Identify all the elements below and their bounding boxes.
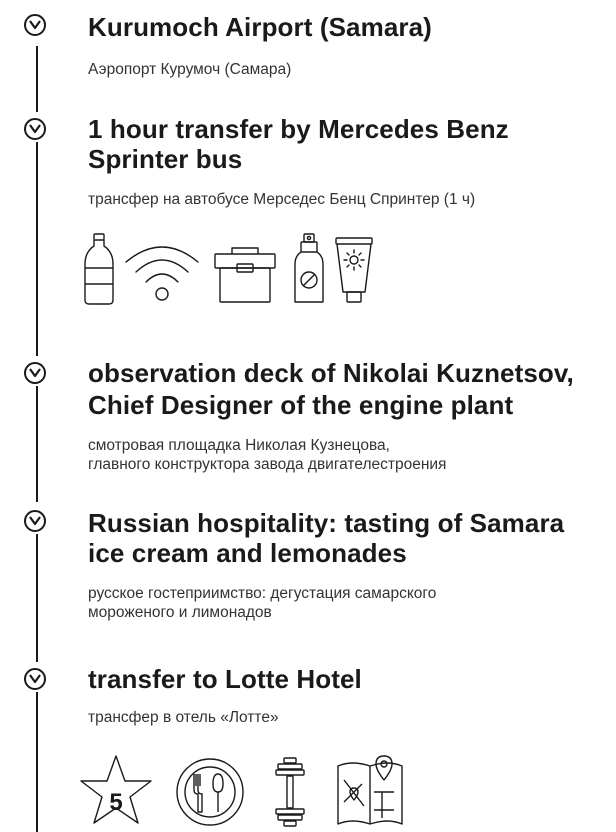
wifi-icon — [125, 246, 199, 301]
stop-title: Chief Designer of the engine plant — [88, 390, 514, 420]
stop-toggle-5[interactable] — [24, 668, 46, 690]
cooler-box-icon — [214, 247, 276, 303]
stop-subtitle: трансфер на автобусе Мерседес Бенц Сприн… — [88, 191, 476, 208]
sunscreen-icon — [335, 237, 373, 303]
restaurant-icon — [176, 758, 244, 826]
timeline-line — [36, 534, 38, 662]
chevron-down-icon — [29, 516, 41, 526]
star-rating-label: 5 — [109, 789, 122, 816]
stop-toggle-2[interactable] — [24, 118, 46, 140]
stop-toggle-3[interactable] — [24, 362, 46, 384]
chevron-down-icon — [29, 674, 41, 684]
stop-title: ice cream and lemonades — [88, 538, 407, 568]
timeline-line — [36, 46, 38, 112]
stop-subtitle: русское гостеприимство: дегустация самар… — [88, 585, 437, 602]
stop-subtitle: трансфер в отель «Лотте» — [88, 709, 279, 726]
chevron-down-icon — [29, 124, 41, 134]
five-star-icon: 5 — [80, 755, 152, 824]
hotel-amenities: 5 — [78, 752, 408, 828]
stop-title: 1 hour transfer by Mercedes Benz — [88, 114, 509, 144]
gym-dumbbell-icon — [275, 757, 305, 827]
chevron-down-icon — [29, 20, 41, 30]
city-map-icon — [337, 755, 403, 825]
stop-title: Sprinter bus — [88, 144, 243, 174]
timeline-line — [36, 386, 38, 502]
stop-subtitle: смотровая площадка Николая Кузнецова, — [88, 437, 390, 454]
stop-title: transfer to Lotte Hotel — [88, 664, 362, 694]
stop-toggle-4[interactable] — [24, 510, 46, 532]
stop-subtitle: мороженого и лимонадов — [88, 604, 272, 621]
timeline-line — [36, 142, 38, 356]
itinerary-timeline: Kurumoch Airport (Samara) Аэропорт Курум… — [0, 0, 616, 832]
stop-title: observation deck of Nikolai Kuznetsov, — [88, 358, 574, 388]
stop-subtitle: главного конструктора завода двигателест… — [88, 456, 447, 473]
stop-title: Kurumoch Airport (Samara) — [88, 12, 432, 42]
spray-bottle-icon — [294, 233, 324, 303]
stop-toggle-1[interactable] — [24, 14, 46, 36]
chevron-down-icon — [29, 368, 41, 378]
stop-title: Russian hospitality: tasting of Samara — [88, 508, 565, 538]
transfer-amenities — [78, 232, 374, 306]
timeline-line — [36, 692, 38, 832]
stop-subtitle: Аэропорт Курумоч (Самара) — [88, 61, 292, 78]
water-bottle-icon — [84, 233, 114, 305]
